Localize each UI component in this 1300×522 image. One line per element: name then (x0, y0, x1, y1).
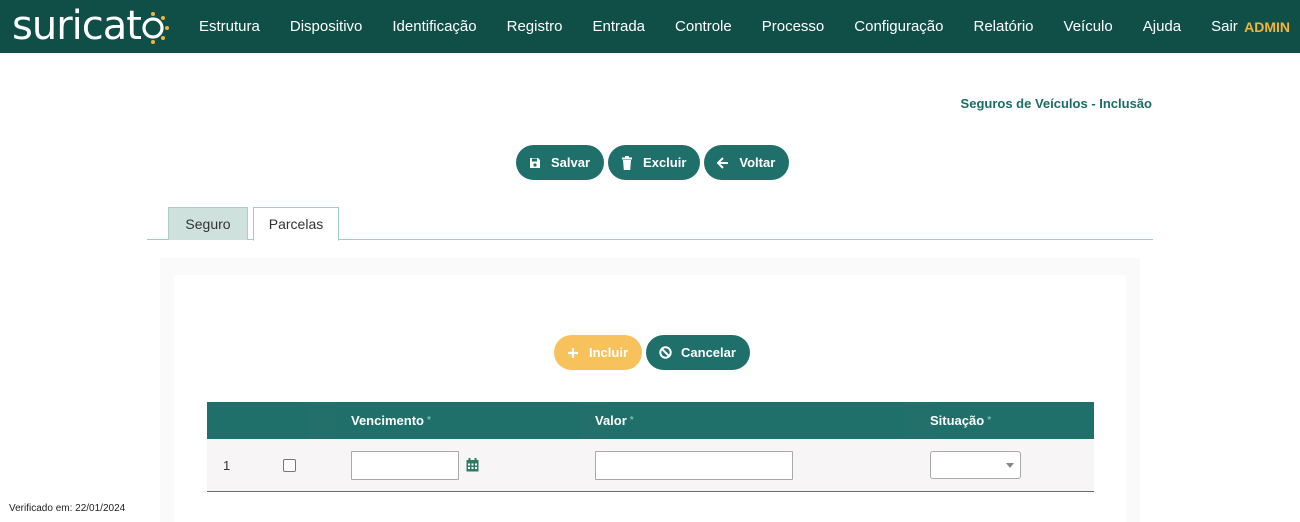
add-installment-button[interactable]: Incluir (554, 335, 643, 370)
menu-entrada[interactable]: Entrada (577, 18, 660, 35)
trash-icon (620, 155, 634, 170)
table-row: 1 (207, 439, 1094, 492)
required-mark: * (987, 415, 992, 426)
back-button[interactable]: Voltar (704, 145, 790, 180)
app-logo[interactable]: suricat (12, 3, 169, 49)
column-vencimento[interactable]: Vencimento * (351, 402, 431, 439)
main-menu: Estrutura Dispositivo Identificação Regi… (184, 0, 1253, 53)
tab-parcelas[interactable]: Parcelas (253, 207, 339, 241)
situacao-cell (930, 439, 1021, 491)
menu-ajuda[interactable]: Ajuda (1128, 18, 1196, 35)
menu-processo[interactable]: Processo (747, 18, 840, 35)
logo-sun-icon (141, 4, 169, 48)
delete-button[interactable]: Excluir (608, 145, 701, 180)
user-name[interactable]: ADMIN (1244, 0, 1290, 53)
row-select-checkbox-cell (283, 439, 296, 491)
required-mark: * (426, 415, 431, 426)
menu-estrutura[interactable]: Estrutura (184, 18, 275, 35)
row-index: 1 (223, 457, 231, 473)
menu-dispositivo[interactable]: Dispositivo (275, 18, 378, 35)
logo-text: suricat (12, 3, 142, 49)
menu-veiculo[interactable]: Veículo (1049, 18, 1128, 35)
tab-label: Parcelas (268, 216, 324, 232)
menu-configuracao[interactable]: Configuração (839, 18, 958, 35)
delete-label: Excluir (643, 155, 687, 170)
column-situacao[interactable]: Situação * (930, 402, 991, 439)
menu-registro[interactable]: Registro (492, 18, 578, 35)
cancel-label: Cancelar (681, 345, 736, 360)
menu-identificacao[interactable]: Identificação (377, 18, 491, 35)
tab-seguro[interactable]: Seguro (168, 207, 248, 240)
form-tabs: Seguro Parcelas (147, 207, 1153, 241)
installments-table: Vencimento * Valor * Situação * 1 (207, 402, 1094, 492)
menu-controle[interactable]: Controle (660, 18, 747, 35)
chevron-down-icon (1006, 463, 1014, 468)
valor-cell (595, 439, 793, 491)
ban-icon (658, 346, 672, 360)
menu-relatorio[interactable]: Relatório (959, 18, 1049, 35)
arrow-left-icon (716, 156, 730, 170)
add-label: Incluir (589, 345, 629, 360)
page-title: Seguros de Veículos - Inclusão (960, 96, 1152, 111)
column-valor[interactable]: Valor * (595, 402, 634, 439)
calendar-icon[interactable] (466, 458, 479, 472)
required-mark: * (629, 415, 634, 426)
floppy-disk-icon (528, 156, 542, 170)
verification-date: Verificado em: 22/01/2024 (9, 503, 126, 514)
form-toolbar: Salvar Excluir Voltar (516, 145, 790, 180)
save-button[interactable]: Salvar (516, 145, 605, 180)
table-header: Vencimento * Valor * Situação * (207, 402, 1094, 439)
cancel-button[interactable]: Cancelar (646, 335, 750, 370)
save-label: Salvar (551, 155, 591, 170)
top-navbar: suricat Estrutura Dispositivo Identifica… (0, 0, 1300, 53)
vencimento-cell (351, 439, 479, 491)
header-divider (307, 402, 337, 439)
tab-label: Seguro (185, 216, 231, 232)
situacao-select[interactable] (930, 451, 1021, 479)
parcelas-actions: Incluir Cancelar (554, 335, 750, 370)
valor-input[interactable] (595, 450, 793, 480)
back-label: Voltar (739, 155, 776, 170)
vencimento-input[interactable] (351, 450, 459, 480)
column-label: Valor (595, 413, 627, 428)
column-label: Situação (930, 413, 985, 428)
column-label: Vencimento (351, 413, 424, 428)
row-select-checkbox[interactable] (283, 458, 296, 472)
plus-icon (566, 346, 580, 360)
